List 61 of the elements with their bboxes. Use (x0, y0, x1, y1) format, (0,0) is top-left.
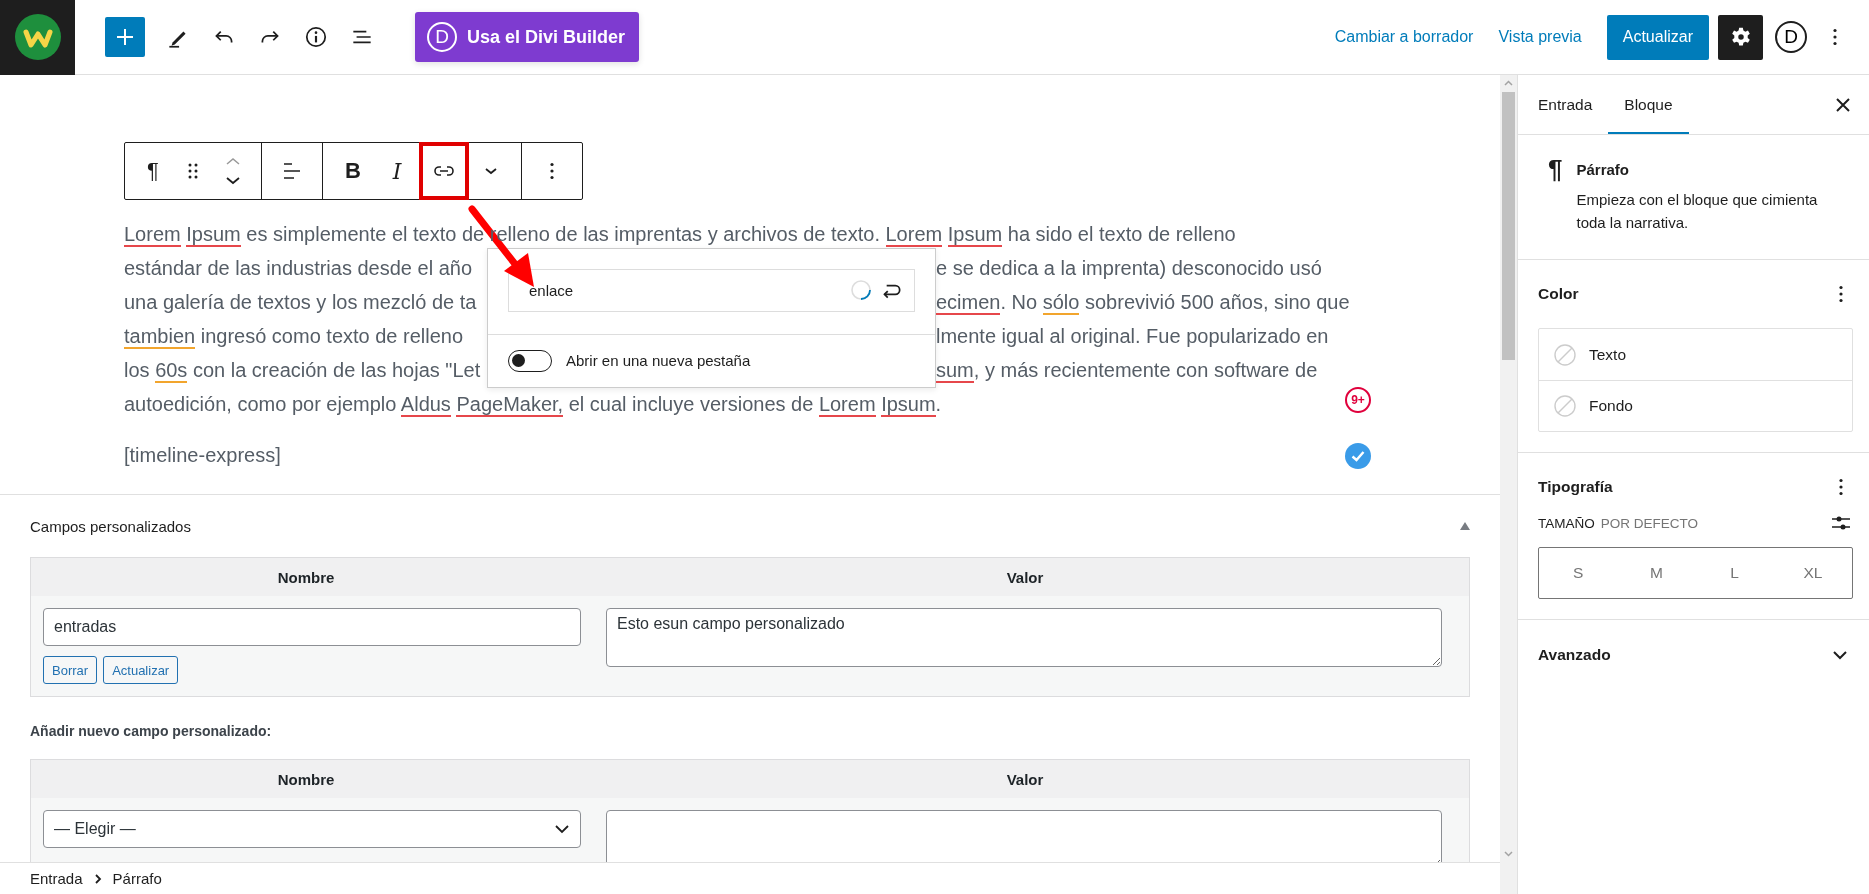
paragraph-text: los 60s con la creación de las hojas "Let (124, 358, 482, 385)
settings-button[interactable] (1718, 14, 1763, 60)
font-size-option[interactable]: S (1539, 548, 1618, 598)
column-header: Valor (1005, 568, 1045, 586)
paragraph-button[interactable]: ¶ (133, 143, 173, 199)
paragraph-text: estándar de las industrias desde el año (124, 256, 473, 281)
column-header: Nombre (276, 568, 336, 586)
no-color-icon (1553, 342, 1577, 367)
breadcrumb-item[interactable]: Entrada (30, 870, 83, 887)
italic-button[interactable]: I (375, 143, 419, 199)
sidebar-tab[interactable]: Bloque (1608, 75, 1689, 134)
size-value: POR DEFECTO (1600, 515, 1698, 531)
paragraph-text: tambien ingresó como texto de relleno (124, 324, 465, 351)
bold-button[interactable]: B (331, 143, 375, 199)
field-action-button[interactable]: Actualizar (103, 656, 179, 684)
paragraph-text: e se dedica a la imprenta) desconocido usó (936, 256, 1323, 281)
font-size-option[interactable]: M (1617, 548, 1696, 598)
field-action-button[interactable]: Borrar (43, 656, 98, 684)
toolbar-button[interactable] (419, 141, 469, 200)
section-title: Campos personalizados (30, 517, 191, 535)
toggle-label: Abrir en una nueva pestaña (566, 352, 751, 370)
divi-button[interactable]: D (1775, 21, 1807, 53)
column-header: Nombre (276, 770, 336, 788)
check-circle-icon (1345, 443, 1371, 469)
sidebar-tab[interactable]: Entrada (1522, 75, 1609, 134)
color-option[interactable]: Texto (1539, 329, 1852, 380)
advanced-panel-header[interactable]: Avanzado (1518, 620, 1869, 690)
header-link[interactable]: Vista previa (1498, 28, 1582, 46)
size-label: TAMAÑO (1538, 515, 1595, 531)
font-size-option[interactable]: XL (1773, 548, 1852, 598)
collapse-triangle-icon[interactable] (1460, 522, 1470, 530)
key-select-field[interactable]: — Elegir — (43, 810, 581, 848)
font-size-option[interactable]: L (1695, 548, 1774, 598)
block-description: Empieza con el bloque que cimienta toda la narrativa. (1576, 190, 1819, 233)
paragraph-text: lmente igual al original. Fue popularizado en (936, 324, 1330, 349)
block-name: Párrafo (1576, 161, 1630, 178)
add-block-button[interactable] (105, 17, 145, 57)
panel-title: Color (1538, 285, 1579, 303)
notification-badge: 9+ (1345, 387, 1371, 413)
update-button[interactable]: Actualizar (1606, 14, 1709, 60)
name-input-field[interactable]: entradas (43, 608, 581, 646)
drag-handle-icon[interactable] (187, 162, 199, 180)
paragraph-text: una galería de textos y los mezcló de ta (124, 290, 478, 315)
logo-icon[interactable] (12, 12, 63, 62)
url-input-field[interactable]: enlace (508, 269, 915, 312)
panel-title: Tipografía (1538, 478, 1613, 496)
header-link[interactable]: Cambiar a borrador (1334, 28, 1474, 46)
plus-icon (115, 27, 135, 47)
shortcode-text: [timeline-express] (124, 443, 281, 468)
no-color-icon (1553, 394, 1577, 418)
value-text-area[interactable]: Esto esun campo personalizado (606, 608, 1442, 667)
breadcrumb-item[interactable]: Párrafo (112, 870, 162, 887)
divi-builder-button[interactable]: D Usa el Divi Builder (415, 12, 640, 62)
settings-icon (1729, 26, 1752, 48)
color-option[interactable]: Fondo (1539, 380, 1852, 431)
add-field-title: Añadir nuevo campo personalizado: (30, 723, 273, 739)
paragraph-icon: ¶ (1548, 157, 1563, 239)
chevron-right-icon (92, 872, 103, 885)
value-text-area[interactable] (606, 810, 1442, 862)
info-icon[interactable] (303, 24, 329, 50)
column-header: Valor (1005, 770, 1045, 788)
